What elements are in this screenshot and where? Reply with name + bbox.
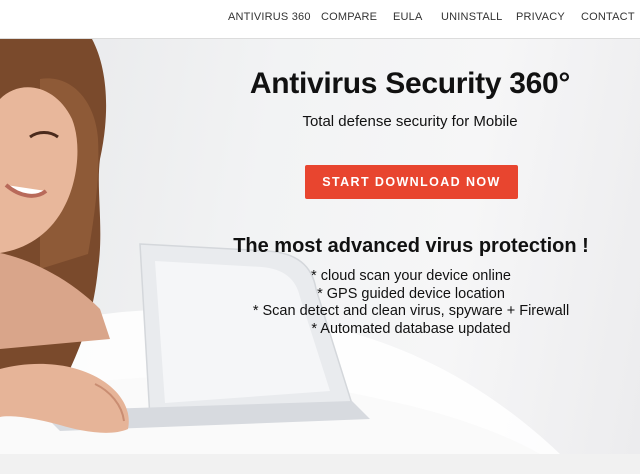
feature-item: * cloud scan your device online: [311, 268, 511, 284]
footer-strip: [0, 454, 640, 474]
feature-item: * GPS guided device location: [317, 285, 505, 302]
page-subtitle: Total defense security for Mobile: [302, 113, 518, 130]
feature-item: * Scan detect and clean virus, spyware +…: [252, 303, 570, 319]
start-download-button[interactable]: START DOWNLOAD NOW: [305, 165, 518, 199]
protection-headline: The most advanced virus protection !: [233, 235, 589, 257]
nav-link-contact[interactable]: CONTACT: [581, 11, 635, 23]
nav-link-uninstall[interactable]: UNINSTALL: [441, 11, 503, 23]
nav-link-eula[interactable]: EULA: [393, 11, 423, 23]
feature-item: * Automated database updated: [311, 320, 511, 337]
hero-section: Antivirus Security 360° Total defense se…: [0, 39, 640, 454]
top-nav: ANTIVIRUS 360 COMPARE EULA UNINSTALL PRI…: [0, 0, 640, 39]
nav-link-antivirus-360[interactable]: ANTIVIRUS 360: [228, 11, 311, 23]
feature-list: * cloud scan your device online * GPS gu…: [196, 268, 626, 338]
page-title: Antivirus Security 360°: [249, 67, 571, 100]
nav-link-compare[interactable]: COMPARE: [321, 11, 377, 23]
nav-link-privacy[interactable]: PRIVACY: [516, 11, 565, 23]
